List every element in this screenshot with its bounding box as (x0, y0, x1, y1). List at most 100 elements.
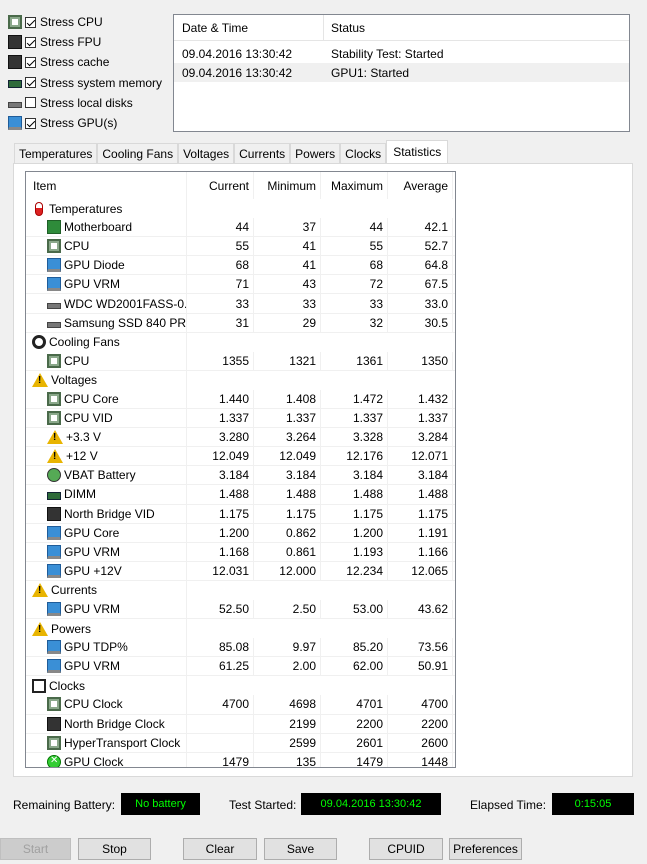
table-group-row[interactable]: Clocks (26, 676, 455, 696)
table-row[interactable]: Motherboard 44 37 44 42.1 (26, 218, 455, 238)
stop-button[interactable]: Stop (78, 838, 151, 860)
table-row[interactable]: CPU Clock 4700 4698 4701 4700 (26, 695, 455, 715)
stress-option-label[interactable]: Stress CPU (40, 15, 103, 29)
stress-option-label[interactable]: Stress GPU(s) (40, 116, 117, 130)
table-row[interactable]: Samsung SSD 840 PR... 31 29 32 30.5 (26, 313, 455, 333)
table-row[interactable]: +12 V12.04912.04912.17612.071 (26, 447, 455, 467)
status-log[interactable]: Date & Time Status 09.04.2016 13:30:42 S… (173, 14, 630, 132)
table-header: Item Current Minimum Maximum Average (26, 172, 455, 199)
status-log-row[interactable]: 09.04.2016 13:30:42 Stability Test: Star… (174, 44, 629, 63)
column-average[interactable]: Average (388, 172, 453, 199)
stress-option[interactable]: Stress system memory (8, 73, 173, 93)
average-value: 1350 (388, 351, 453, 370)
empty-cell (388, 619, 453, 638)
cpuid-button[interactable]: CPUID (369, 838, 443, 860)
stress-checkbox[interactable] (25, 77, 36, 89)
table-row[interactable]: North Bridge VID 1.175 1.175 1.175 1.175 (26, 504, 455, 524)
empty-cell (254, 333, 321, 352)
start-button[interactable]: Start (0, 838, 71, 860)
table-row[interactable]: GPU VRM 71 43 72 67.5 (26, 275, 455, 295)
stress-option[interactable]: Stress GPU(s) (8, 113, 173, 133)
current-value: 1.200 (187, 523, 254, 542)
empty-cell (388, 676, 453, 695)
stress-checkbox[interactable] (25, 16, 36, 28)
table-row[interactable]: VBAT Battery 3.184 3.184 3.184 3.184 (26, 466, 455, 486)
current-value: 1.440 (187, 389, 254, 409)
table-row[interactable]: HyperTransport Clock 2599 2601 2600 (26, 733, 455, 753)
status-log-row[interactable]: 09.04.2016 13:30:42 GPU1: Started (174, 63, 629, 82)
table-group-row[interactable]: Powers (26, 619, 455, 639)
table-row[interactable]: GPU TDP% 85.08 9.97 85.20 73.56 (26, 638, 455, 658)
stress-option[interactable]: Stress cache (8, 52, 173, 72)
save-button[interactable]: Save (264, 838, 337, 860)
table-row[interactable]: DIMM 1.488 1.488 1.488 1.488 (26, 485, 455, 505)
maximum-value: 33 (321, 294, 388, 313)
column-minimum[interactable]: Minimum (254, 172, 321, 199)
item-label: CPU VID (64, 411, 113, 426)
table-group-row[interactable]: Cooling Fans (26, 332, 455, 352)
column-item[interactable]: Item (26, 172, 187, 199)
table-row[interactable]: CPU 55 41 55 52.7 (26, 237, 455, 257)
cache-icon (8, 55, 22, 70)
test-started-label: Test Started: (229, 798, 297, 812)
table-row[interactable]: North Bridge Clock 2199 2200 2200 (26, 714, 455, 734)
stress-option-label[interactable]: Stress local disks (40, 96, 133, 110)
tab-cooling-fans[interactable]: Cooling Fans (97, 143, 179, 163)
table-row[interactable]: GPU Core 1.200 0.862 1.200 1.191 (26, 523, 455, 543)
maximum-value: 53.00 (321, 599, 388, 619)
table-row[interactable]: GPU +12V 12.031 12.000 12.234 12.065 (26, 561, 455, 581)
stress-checkbox[interactable] (25, 117, 36, 129)
stress-checkbox[interactable] (25, 36, 36, 48)
tab-statistics[interactable]: Statistics (386, 140, 449, 163)
average-value: 12.071 (388, 447, 453, 466)
table-row[interactable]: WDC WD2001FASS-0... 33 33 33 33.0 (26, 294, 455, 314)
average-value: 30.5 (388, 313, 453, 332)
table-row[interactable]: CPU 1355 1321 1361 1350 (26, 351, 455, 371)
table-row[interactable]: GPU Diode 68 41 68 64.8 (26, 256, 455, 276)
stress-option[interactable]: Stress CPU (8, 12, 173, 32)
table-group-row[interactable]: Voltages (26, 370, 455, 390)
item-cell: CPU (26, 237, 187, 256)
tab-powers[interactable]: Powers (290, 143, 341, 163)
stress-option-label[interactable]: Stress system memory (40, 76, 162, 90)
preferences-button[interactable]: Preferences (449, 838, 522, 860)
column-maximum[interactable]: Maximum (321, 172, 388, 199)
clear-button[interactable]: Clear (183, 838, 257, 860)
table-row[interactable]: GPU VRM 1.168 0.861 1.193 1.166 (26, 542, 455, 562)
table-row[interactable]: GPU Clock147913514791448 (26, 752, 455, 767)
tab-clocks[interactable]: Clocks (340, 143, 387, 163)
column-current[interactable]: Current (187, 172, 254, 199)
current-value: 85.08 (187, 638, 254, 657)
stress-option[interactable]: Stress local disks (8, 93, 173, 113)
table-row[interactable]: GPU VRM 52.50 2.50 53.00 43.62 (26, 599, 455, 620)
empty-cell (254, 581, 321, 600)
stress-option-label[interactable]: Stress cache (40, 55, 109, 69)
tab-temperatures[interactable]: Temperatures (14, 143, 98, 163)
fpu-chip-icon (8, 35, 22, 50)
log-date: 09.04.2016 13:30:42 (182, 46, 293, 61)
tab-voltages[interactable]: Voltages (178, 143, 235, 163)
table-row[interactable]: GPU VRM 61.25 2.00 62.00 50.91 (26, 657, 455, 677)
table-row[interactable]: CPU Core 1.440 1.408 1.472 1.432 (26, 389, 455, 410)
tab-currents[interactable]: Currents (234, 143, 291, 163)
stress-checkbox[interactable] (25, 97, 36, 109)
column-date-time[interactable]: Date & Time (174, 15, 324, 40)
empty-cell (254, 619, 321, 638)
table-group-row[interactable]: Temperatures (26, 199, 455, 219)
statistics-table[interactable]: Item Current Minimum Maximum Average Tem… (25, 171, 456, 768)
table-group-row[interactable]: Currents (26, 580, 455, 600)
table-row[interactable]: +3.3 V 3.2803.2643.3283.284 (26, 428, 455, 448)
disk-icon (8, 101, 22, 108)
column-status[interactable]: Status (324, 21, 365, 35)
table-row[interactable]: CPU VID 1.337 1.337 1.337 1.337 (26, 409, 455, 429)
item-cell: CPU Core (26, 389, 187, 409)
memory-icon (47, 491, 61, 500)
stress-option-label[interactable]: Stress FPU (40, 35, 101, 49)
stress-checkbox[interactable] (25, 56, 36, 68)
item-cell: Motherboard (26, 218, 187, 237)
cpu-chip-icon (47, 697, 61, 712)
northbridge-icon (47, 716, 61, 731)
stress-option[interactable]: Stress FPU (8, 32, 173, 52)
minimum-value: 2.50 (254, 599, 321, 619)
maximum-value: 85.20 (321, 638, 388, 657)
